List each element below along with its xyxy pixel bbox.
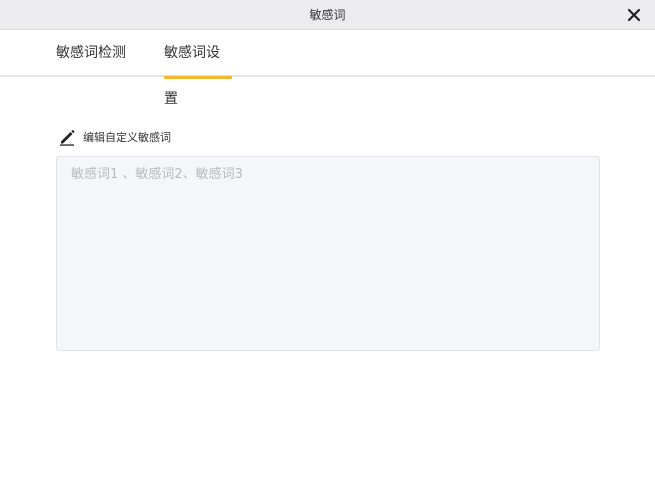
tab-label: 敏感词检测 xyxy=(56,45,126,61)
pencil-icon xyxy=(60,130,75,146)
window-titlebar: 敏感词 xyxy=(0,0,655,30)
tab-bar: 敏感词检测 敏感词设置 xyxy=(0,30,655,107)
active-tab-indicator xyxy=(164,76,232,79)
custom-words-label-text: 编辑自定义敏感词 xyxy=(83,131,171,144)
window-title: 敏感词 xyxy=(309,8,346,22)
custom-words-label: 编辑自定义敏感词 xyxy=(58,128,171,146)
close-icon[interactable] xyxy=(627,8,641,22)
tab-sensitive-word-detection[interactable]: 敏感词检测 xyxy=(56,30,126,77)
custom-sensitive-words-input[interactable] xyxy=(56,156,600,351)
tab-sensitive-word-settings[interactable]: 敏感词设置 xyxy=(164,30,232,107)
